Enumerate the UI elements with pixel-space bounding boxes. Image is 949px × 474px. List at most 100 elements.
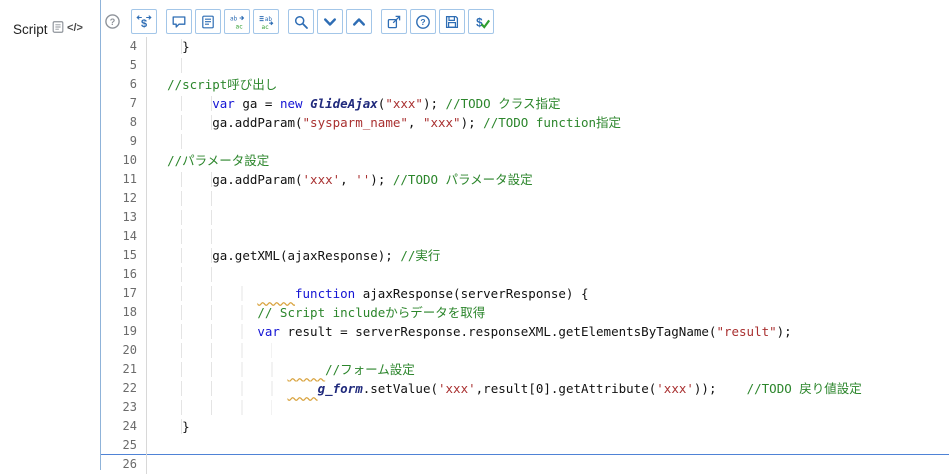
code-line[interactable]: 17 function ajaxResponse(serverResponse)… [101,284,949,303]
code-token: //実行 [400,248,441,263]
code-token: .setValue( [362,381,438,396]
code-line[interactable]: 12 [101,189,949,208]
code-line-text [147,341,273,360]
code-line-text: ga.addParam("sysparm_name", "xxx"); //TO… [147,113,621,132]
code-line[interactable]: 10 //パラメータ設定 [101,151,949,170]
code-token: ); [370,172,393,187]
replace-button[interactable]: ab ac [224,9,250,34]
code-token: "xxx" [385,96,423,111]
code-line-text: var ga = new GlideAjax("xxx"); //TODO クラ… [147,94,560,113]
svg-text:$: $ [476,16,483,29]
code-token: } [182,39,190,54]
code-token [152,39,183,54]
code-line[interactable]: 19 var result = serverResponse.responseX… [101,322,949,341]
code-line-text [147,56,183,75]
code-token: , [340,172,356,187]
code-line[interactable]: 4 } [101,37,949,56]
code-token [152,286,258,301]
code-line[interactable]: 13 [101,208,949,227]
code-line[interactable]: 22 g_form.setValue('xxx',result[0].getAt… [101,379,949,398]
code-line[interactable]: 20 [101,341,949,360]
code-token: //TODO 戻り値設定 [746,381,862,396]
code-token [152,134,183,149]
editor-lines: 4 } 5 6 //script呼び出し 7 var ga = new GlideA… [101,37,949,474]
code-token: ); [460,115,484,130]
save-button[interactable] [439,9,465,34]
code-line[interactable]: 5 [101,56,949,75]
code-token: //パラメータ設定 [167,153,270,168]
code-token [152,248,213,263]
svg-text:$: $ [141,18,147,30]
code-line[interactable]: 9 [101,132,949,151]
code-token [152,210,213,225]
code-token [152,419,183,434]
code-line[interactable]: 26 [101,455,949,474]
code-token: ga = [234,96,280,111]
code-line-text [147,189,213,208]
code-token: //フォーム設定 [325,362,415,377]
code-token: //TODO クラス指定 [445,96,561,111]
line-number: 19 [101,322,147,341]
line-number: 23 [101,398,147,417]
code-token [152,324,258,339]
code-line[interactable]: 23 [101,398,949,417]
code-token [152,362,288,377]
line-number: 5 [101,56,147,75]
comment-code-button[interactable] [166,9,192,34]
find-previous-button[interactable] [346,9,372,34]
line-number: 16 [101,265,147,284]
code-line-text: } [147,417,190,436]
line-number: 11 [101,170,147,189]
field-label-area: Script </> [13,20,85,39]
toolbar-group: ? $ [381,9,494,34]
line-number: 25 [101,436,147,455]
svg-text:?: ? [420,17,425,27]
format-code-button[interactable]: $ [131,9,157,34]
code-line[interactable]: 24 } [101,417,949,436]
line-number: 4 [101,37,147,56]
toolbar: ? $ ab ac ab ac? $ [101,0,949,37]
code-line[interactable]: 6 //script呼び出し [101,75,949,94]
code-token: //TODO パラメータ設定 [392,172,533,187]
find-next-button[interactable] [317,9,343,34]
line-number: 17 [101,284,147,303]
code-line[interactable]: 7 var ga = new GlideAjax("xxx"); //TODO … [101,94,949,113]
svg-text:ac: ac [262,23,270,29]
search-button[interactable] [288,9,314,34]
check-syntax-button[interactable]: $ [468,9,494,34]
code-line[interactable]: 21 //フォーム設定 [101,360,949,379]
code-token [152,172,213,187]
code-token: "sysparm_name" [302,115,408,130]
code-token: var [212,96,235,111]
code-token: //TODO function指定 [483,115,622,130]
code-toggle-icon[interactable]: </> [65,20,85,34]
code-line-text [147,132,183,151]
code-token [152,115,213,130]
code-token: "xxx" [422,115,461,130]
code-token [152,96,213,111]
code-line[interactable]: 11 ga.addParam('xxx', ''); //TODO パラメータ設… [101,170,949,189]
line-number: 13 [101,208,147,227]
replace-all-button[interactable]: ab ac [253,9,279,34]
code-token [152,77,168,92]
code-line[interactable]: 16 [101,265,949,284]
code-line[interactable]: 14 [101,227,949,246]
code-token: ); [422,96,446,111]
code-line-text: //フォーム設定 [147,360,415,379]
code-token [152,153,168,168]
code-token: ,result[0].getAttribute( [475,381,657,396]
context-help-button[interactable]: ? [102,9,122,34]
code-line[interactable]: 18 // Script includeからデータを取得 [101,303,949,322]
code-line-text: //script呼び出し [147,75,277,94]
open-new-window-button[interactable] [381,9,407,34]
code-line[interactable]: 15 ga.getXML(ajaxResponse); //実行 [101,246,949,265]
script-document-icon[interactable] [51,20,65,34]
code-line[interactable]: 25 [101,436,949,455]
document-format-button[interactable] [195,9,221,34]
help-button[interactable]: ? [410,9,436,34]
code-line[interactable]: 8 ga.addParam("sysparm_name", "xxx"); //… [101,113,949,132]
line-number: 8 [101,113,147,132]
line-number: 12 [101,189,147,208]
code-token [152,400,273,415]
